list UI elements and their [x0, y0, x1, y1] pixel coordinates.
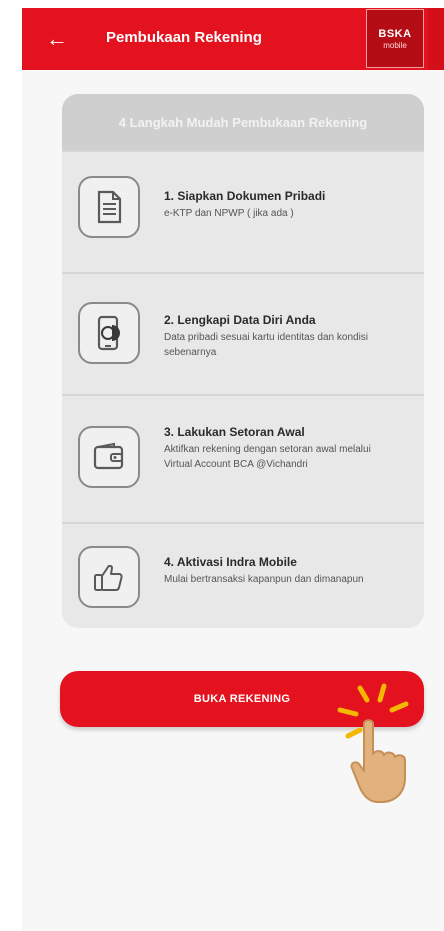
page-title: Pembukaan Rekening	[106, 29, 262, 46]
step-description: Data pribadi sesuai kartu identitas dan …	[164, 332, 369, 358]
step-title: 2. Lengkapi Data Diri Anda	[164, 313, 316, 327]
step-text-2: 2. Lengkapi Data Diri Anda Data pribadi …	[164, 312, 400, 360]
document-icon	[78, 176, 140, 238]
step-text-1: 1. Siapkan Dokumen Pribadi e-KTP dan NPW…	[164, 188, 400, 221]
step-text-3: 3. Lakukan Setoran Awal Aktifkan rekenin…	[164, 424, 400, 472]
step-description: Aktifkan rekening dengan setoran awal me…	[164, 444, 371, 470]
phone-data-icon	[78, 302, 140, 364]
step-title: 3. Lakukan Setoran Awal	[164, 425, 305, 439]
step-title: 4. Aktivasi Indra Mobile	[164, 555, 297, 569]
step-text-4: 4. Aktivasi Indra Mobile Mulai bertransa…	[164, 554, 400, 587]
app-bar: ← Pembukaan Rekening BSKA mobile	[22, 8, 444, 70]
step-item-3: 3. Lakukan Setoran Awal Aktifkan rekenin…	[62, 394, 424, 522]
step-title: 1. Siapkan Dokumen Pribadi	[164, 189, 326, 203]
steps-card-header: 4 Langkah Mudah Pembukaan Rekening	[62, 94, 424, 150]
app-bar-edge	[428, 8, 444, 70]
thumbs-up-icon	[78, 546, 140, 608]
step-item-1: 1. Siapkan Dokumen Pribadi e-KTP dan NPW…	[62, 150, 424, 272]
steps-card: 4 Langkah Mudah Pembukaan Rekening 1. Si…	[62, 94, 424, 628]
tap-hand-icon	[350, 719, 406, 803]
back-button[interactable]: ←	[40, 22, 74, 56]
phone-screen: ← Pembukaan Rekening BSKA mobile 4 Langk…	[22, 8, 444, 931]
brand-logo-bottom: mobile	[383, 40, 407, 50]
step-description: e-KTP dan NPWP ( jika ada )	[164, 208, 294, 219]
step-item-4: 4. Aktivasi Indra Mobile Mulai bertransa…	[62, 522, 424, 628]
arrow-left-icon: ←	[46, 26, 68, 51]
brand-logo: BSKA mobile	[366, 9, 424, 68]
step-description: Mulai bertransaksi kapanpun dan dimanapu…	[164, 574, 364, 585]
wallet-icon	[78, 426, 140, 488]
brand-logo-top: BSKA	[378, 27, 412, 40]
step-item-2: 2. Lengkapi Data Diri Anda Data pribadi …	[62, 272, 424, 394]
